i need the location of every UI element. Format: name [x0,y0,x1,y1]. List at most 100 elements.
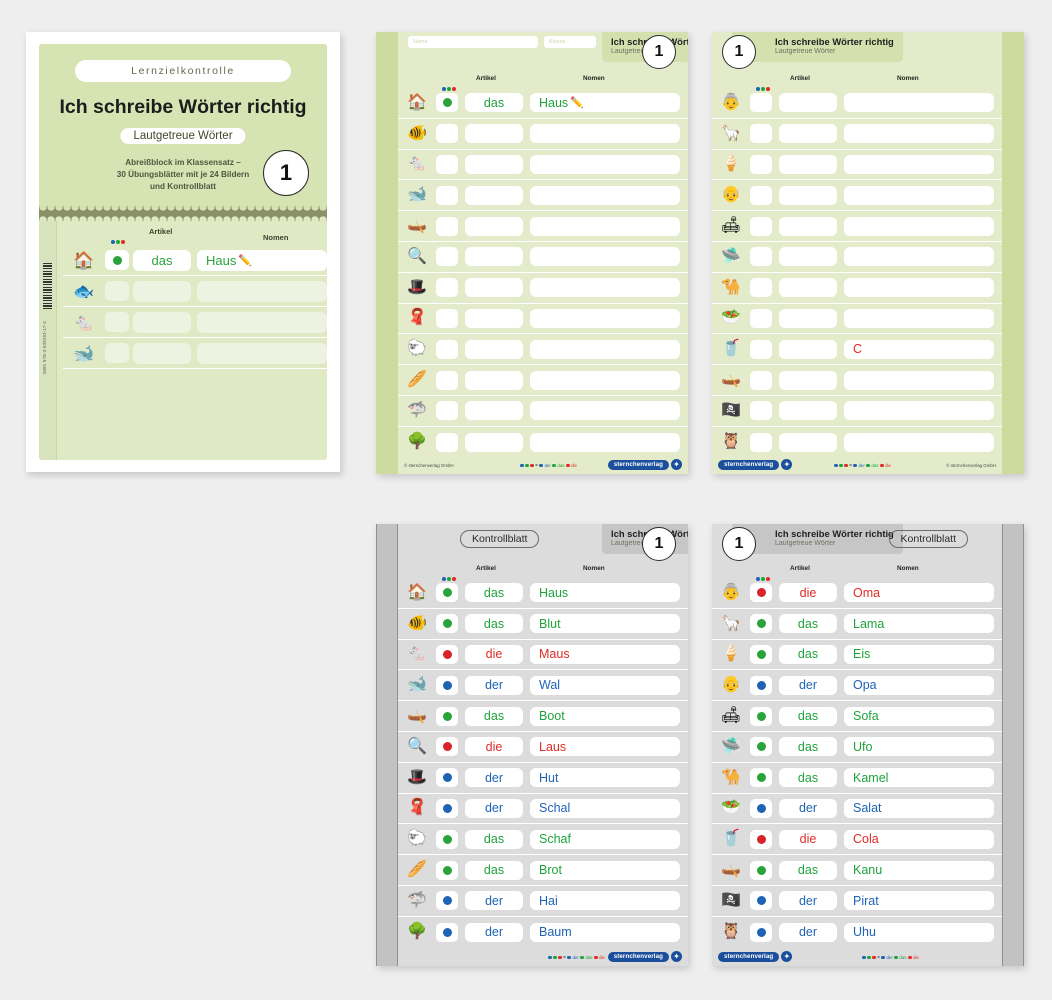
nomen-cell[interactable]: Haus ✏️ [530,93,680,113]
nomen-cell[interactable]: Hut [530,768,680,788]
artikel-cell[interactable]: die [779,583,837,603]
artikel-cell[interactable] [779,216,837,236]
artikel-cell[interactable] [779,401,837,421]
article-color-cell[interactable] [750,737,772,757]
article-color-cell[interactable] [436,154,458,174]
artikel-cell[interactable]: das [465,706,523,726]
article-color-cell[interactable] [750,370,772,390]
artikel-cell[interactable]: der [779,891,837,911]
article-color-cell[interactable] [750,339,772,359]
article-color-cell[interactable] [436,185,458,205]
artikel-cell[interactable] [465,124,523,144]
nomen-cell[interactable] [844,432,994,452]
artikel-cell[interactable] [465,216,523,236]
article-color-cell[interactable] [436,93,458,113]
artikel-cell[interactable]: der [465,891,523,911]
article-color-cell[interactable] [750,93,772,113]
artikel-cell[interactable]: das [779,860,837,880]
article-color-cell[interactable] [436,432,458,452]
nomen-cell[interactable] [844,93,994,113]
artikel-cell[interactable]: die [779,829,837,849]
artikel-cell[interactable]: die [465,644,523,664]
artikel-cell[interactable] [779,154,837,174]
artikel-cell[interactable] [465,432,523,452]
artikel-cell[interactable]: das [465,860,523,880]
artikel-cell[interactable] [779,308,837,328]
nomen-cell[interactable]: Cola [844,829,994,849]
article-color-cell[interactable] [750,922,772,942]
nomen-cell[interactable] [844,124,994,144]
artikel-cell[interactable]: das [779,706,837,726]
article-color-cell[interactable] [750,154,772,174]
article-color-cell[interactable] [436,860,458,880]
article-color-cell[interactable] [436,216,458,236]
nomen-cell[interactable]: Eis [844,644,994,664]
article-color-cell[interactable] [750,768,772,788]
nomen-cell[interactable]: Kamel [844,768,994,788]
article-color-cell[interactable] [750,432,772,452]
artikel-cell[interactable]: der [465,675,523,695]
nomen-cell[interactable] [530,278,680,298]
article-color-cell[interactable] [436,829,458,849]
article-color-cell[interactable] [436,768,458,788]
artikel-cell[interactable] [465,339,523,359]
nomen-cell[interactable] [530,339,680,359]
article-color-cell[interactable] [436,891,458,911]
article-color-cell[interactable] [436,798,458,818]
nomen-cell[interactable] [844,278,994,298]
artikel-cell[interactable] [465,370,523,390]
name-field[interactable]: Name [408,36,538,48]
article-color-cell[interactable] [436,401,458,421]
nomen-cell[interactable]: Opa [844,675,994,695]
article-color-cell[interactable] [750,308,772,328]
nomen-cell[interactable]: Lama [844,614,994,634]
nomen-cell[interactable] [530,124,680,144]
nomen-cell[interactable]: Pirat [844,891,994,911]
article-color-cell[interactable] [750,583,772,603]
nomen-cell[interactable] [530,370,680,390]
artikel-cell[interactable] [465,308,523,328]
article-color-cell[interactable] [750,278,772,298]
nomen-cell[interactable] [844,216,994,236]
artikel-cell[interactable]: der [779,922,837,942]
article-color-cell[interactable] [436,124,458,144]
artikel-cell[interactable]: das [465,583,523,603]
nomen-cell[interactable]: Schaf [530,829,680,849]
article-color-cell[interactable] [436,614,458,634]
artikel-cell[interactable] [465,401,523,421]
article-color-cell[interactable] [436,370,458,390]
nomen-cell[interactable]: Laus [530,737,680,757]
nomen-cell[interactable] [844,401,994,421]
nomen-cell[interactable] [530,185,680,205]
nomen-cell[interactable]: Salat [844,798,994,818]
nomen-cell[interactable]: Baum [530,922,680,942]
artikel-cell[interactable]: das [465,614,523,634]
article-color-cell[interactable] [436,278,458,298]
artikel-cell[interactable]: das [779,644,837,664]
nomen-cell[interactable] [530,154,680,174]
artikel-cell[interactable]: der [465,922,523,942]
nomen-cell[interactable]: Blut [530,614,680,634]
artikel-cell[interactable] [465,247,523,267]
nomen-cell[interactable]: Boot [530,706,680,726]
article-color-cell[interactable] [750,401,772,421]
artikel-cell[interactable] [465,185,523,205]
artikel-cell[interactable]: der [779,675,837,695]
artikel-cell[interactable]: das [779,737,837,757]
nomen-cell[interactable] [530,247,680,267]
article-color-cell[interactable] [436,737,458,757]
nomen-cell[interactable] [844,247,994,267]
nomen-cell[interactable]: Wal [530,675,680,695]
nomen-cell[interactable]: Oma [844,583,994,603]
artikel-cell[interactable]: das [465,93,523,113]
article-color-cell[interactable] [750,860,772,880]
class-field[interactable]: Klasse [544,36,596,48]
nomen-cell[interactable]: Haus [530,583,680,603]
article-color-cell[interactable] [750,706,772,726]
article-color-cell[interactable] [750,829,772,849]
artikel-cell[interactable]: die [465,737,523,757]
artikel-cell[interactable]: das [779,768,837,788]
article-color-cell[interactable] [436,339,458,359]
article-color-cell[interactable] [750,247,772,267]
nomen-cell[interactable]: Brot [530,860,680,880]
